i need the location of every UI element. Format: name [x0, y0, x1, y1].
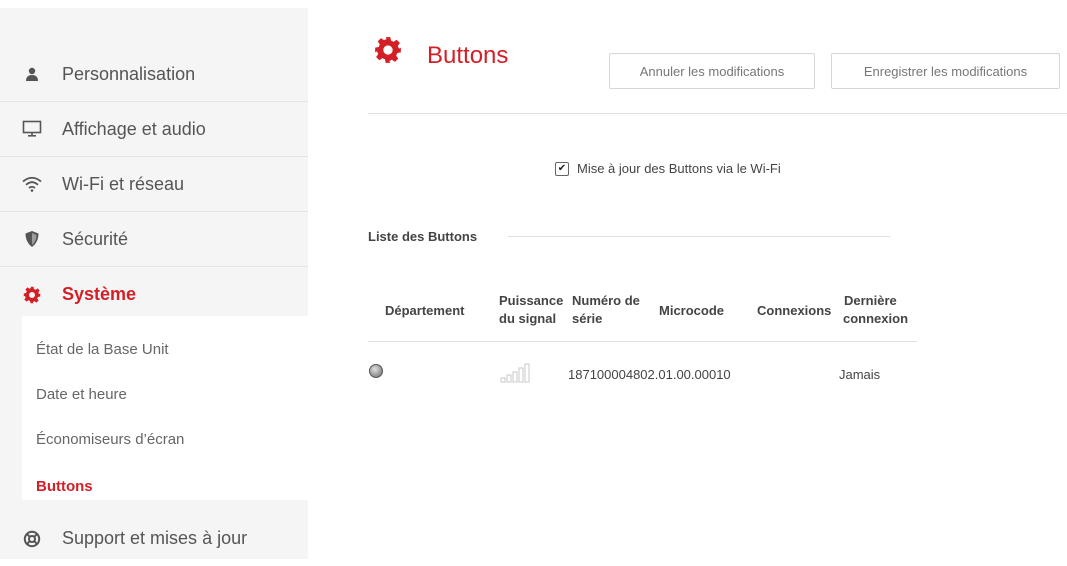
sidebar-item-securite[interactable]: Sécurité — [0, 212, 308, 267]
wifi-update-label: Mise à jour des Buttons via le Wi-Fi — [577, 161, 781, 176]
cancel-button[interactable]: Annuler les modifications — [609, 53, 815, 89]
header-department: Département — [385, 303, 465, 318]
user-icon — [22, 64, 42, 84]
subnav-item-etat[interactable]: État de la Base Unit — [36, 341, 169, 358]
sidebar-item-wifi[interactable]: Wi-Fi et réseau — [0, 157, 308, 212]
list-title-divider — [508, 236, 890, 237]
shield-icon — [22, 229, 42, 249]
department-status-icon — [369, 364, 383, 378]
sidebar-item-label: Personnalisation — [62, 63, 196, 84]
wifi-update-option[interactable]: ✔ Mise à jour des Buttons via le Wi-Fi — [555, 161, 781, 176]
header-firmware: Microcode — [659, 303, 725, 318]
sidebar-item-systeme[interactable]: Système — [0, 267, 308, 322]
sidebar-item-affichage[interactable]: Affichage et audio — [0, 102, 308, 157]
list-title: Liste des Buttons — [368, 229, 478, 244]
header-serial-line1: Numéro de — [572, 293, 640, 308]
page-title: Buttons — [427, 42, 509, 69]
table-header-divider — [368, 341, 917, 342]
sidebar-item-label: Affichage et audio — [62, 118, 206, 139]
sidebar-item-label: Support et mises à jour — [62, 528, 248, 548]
save-button[interactable]: Enregistrer les modifications — [831, 53, 1060, 89]
header-divider — [368, 113, 1067, 114]
header-last-line1: Dernière — [844, 293, 897, 308]
header-signal-line1: Puissance — [499, 293, 564, 308]
header-last-line2: connexion — [843, 311, 909, 326]
sidebar-item-label: Sécurité — [62, 228, 129, 249]
sidebar-item-personnalisation[interactable]: Personnalisation — [0, 47, 308, 102]
sidebar-item-label: Wi-Fi et réseau — [62, 173, 185, 194]
lifebuoy-icon — [22, 529, 42, 549]
wifi-update-checkbox[interactable]: ✔ — [555, 161, 569, 176]
serial-firmware-cell: 187100004802.01.00.00010 — [568, 367, 731, 382]
signal-strength-icon — [500, 363, 530, 383]
gear-icon — [375, 37, 401, 63]
gear-icon — [22, 285, 42, 305]
header-signal-line2: du signal — [499, 311, 557, 326]
last-connection-cell: Jamais — [839, 367, 881, 382]
header-serial-line2: série — [572, 311, 603, 326]
wifi-icon — [22, 174, 42, 194]
subnav-item-buttons[interactable]: Buttons — [36, 478, 93, 495]
sidebar-item-support[interactable]: Support et mises à jour — [0, 511, 308, 566]
subnav-item-economiseurs[interactable]: Économiseurs d’écran — [36, 431, 184, 448]
sidebar-item-label: Système — [62, 284, 137, 304]
header-connections: Connexions — [757, 303, 832, 318]
subnav-item-date[interactable]: Date et heure — [36, 386, 127, 403]
monitor-icon — [22, 119, 42, 139]
